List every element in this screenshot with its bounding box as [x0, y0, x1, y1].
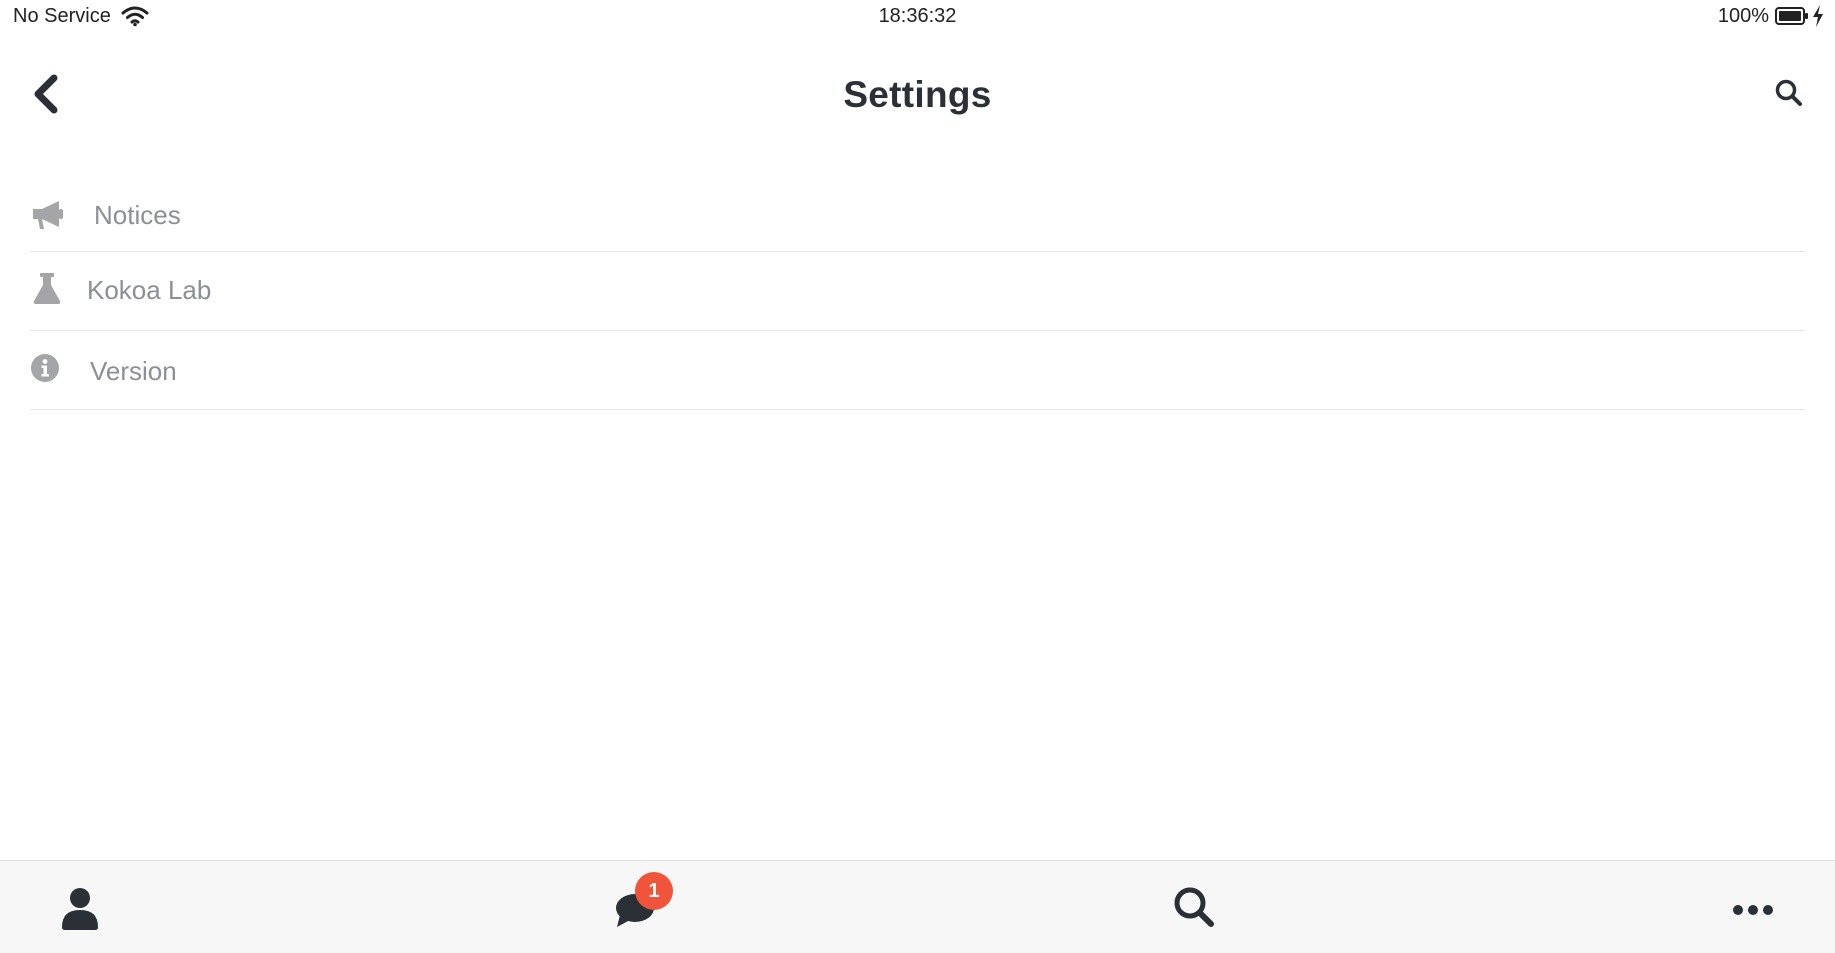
user-icon — [62, 888, 98, 930]
charging-bolt-icon — [1813, 5, 1823, 27]
status-right: 100% — [1718, 4, 1825, 28]
settings-item-label: Kokoa Lab — [87, 275, 212, 305]
settings-item-kokoa-lab[interactable]: Kokoa Lab — [30, 252, 1805, 331]
unread-badge: 1 — [635, 872, 673, 910]
page-title: Settings — [843, 74, 992, 115]
status-bar: No Service 18:36:32 100% — [0, 0, 1835, 32]
battery-percent: 100% — [1717, 5, 1769, 27]
battery-icon — [1775, 7, 1808, 25]
settings-item-notices[interactable]: Notices — [30, 180, 1805, 252]
settings-item-version[interactable]: Version — [30, 331, 1805, 410]
megaphone-icon — [33, 201, 63, 229]
flask-icon — [33, 273, 61, 304]
navigation-header: Settings — [0, 60, 1835, 130]
status-time: 18:36:32 — [878, 5, 957, 27]
tab-bar — [0, 860, 1835, 953]
search-icon — [1775, 79, 1802, 106]
settings-item-label: Notices — [94, 200, 181, 230]
header-search-button[interactable] — [1774, 78, 1804, 108]
tab-friends[interactable] — [55, 883, 105, 933]
tab-search[interactable] — [1170, 883, 1220, 933]
ellipsis-icon — [1733, 905, 1773, 915]
search-icon — [1174, 887, 1214, 927]
tab-more[interactable] — [1728, 883, 1778, 933]
info-circle-icon — [31, 354, 59, 382]
settings-list: Notices Kokoa Lab Version — [30, 180, 1805, 410]
settings-item-label: Version — [90, 356, 177, 386]
